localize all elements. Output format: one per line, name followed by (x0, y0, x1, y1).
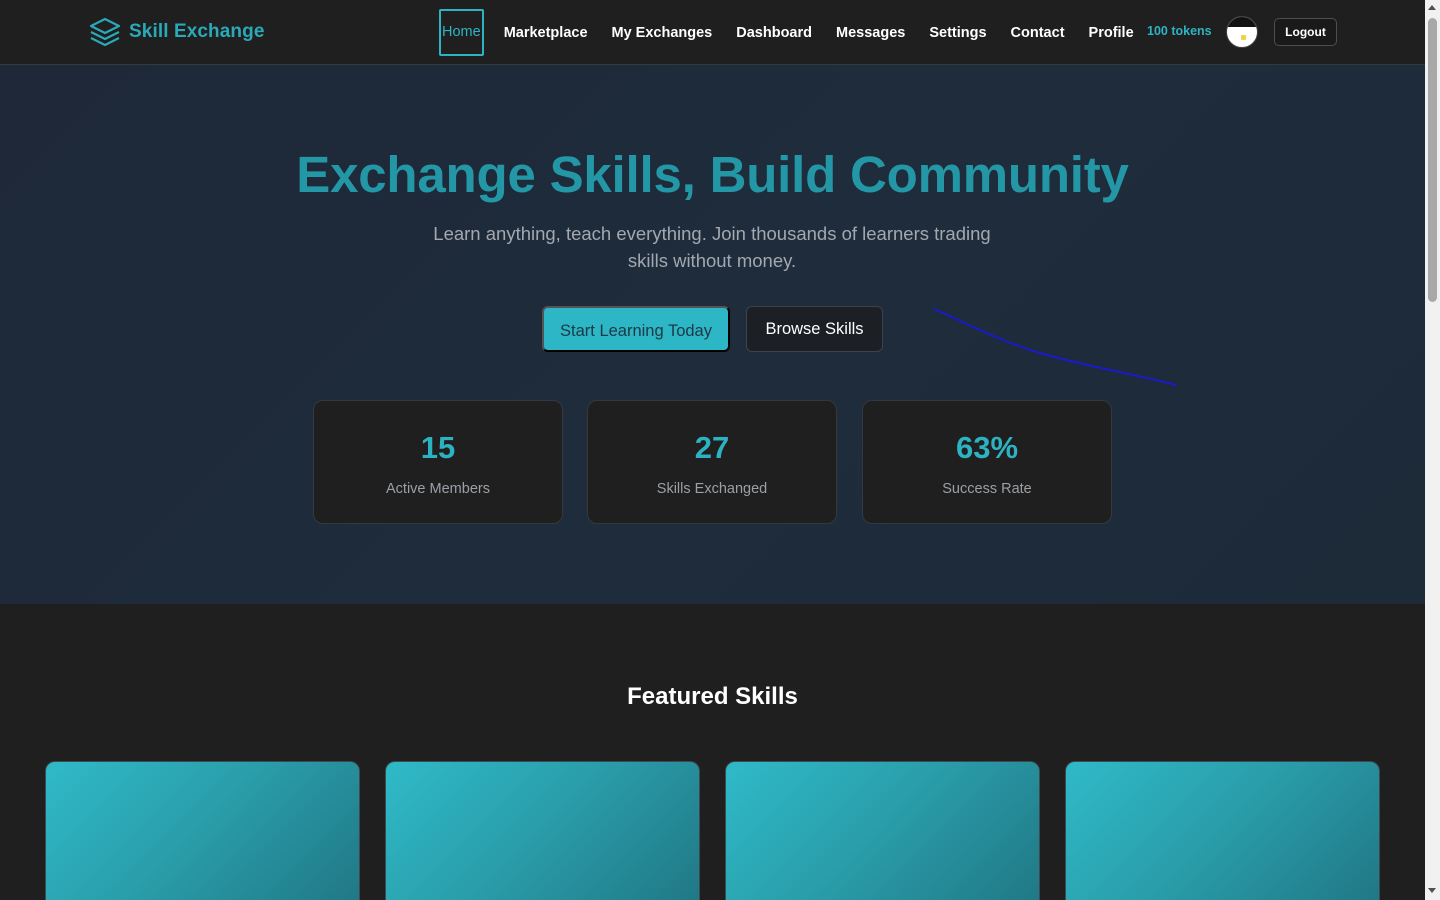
nav-my-exchanges[interactable]: My Exchanges (612, 25, 713, 41)
token-balance: 100 tokens (1147, 24, 1212, 38)
skill-card[interactable] (45, 761, 360, 900)
stat-card-success-rate: 63% Success Rate (862, 400, 1112, 524)
user-avatar[interactable] (1226, 16, 1258, 48)
nav-messages[interactable]: Messages (836, 25, 905, 41)
brand-name: Skill Exchange (129, 21, 265, 42)
hero-section: Exchange Skills, Build Community Learn a… (0, 65, 1425, 604)
stat-value: 15 (420, 430, 456, 465)
stat-label: Skills Exchanged (656, 481, 768, 497)
avatar-hair (1227, 17, 1257, 27)
logout-button[interactable]: Logout (1274, 18, 1337, 46)
brand[interactable]: Skill Exchange (89, 16, 265, 48)
stat-label: Active Members (386, 481, 490, 497)
main-nav: Home Marketplace My Exchanges Dashboard … (439, 9, 1158, 56)
stat-value: 27 (694, 430, 730, 465)
skill-card[interactable] (1065, 761, 1380, 900)
scroll-down-arrow-icon[interactable] (1428, 888, 1436, 893)
nav-marketplace[interactable]: Marketplace (504, 25, 588, 41)
stat-label: Success Rate (942, 481, 1032, 497)
browse-skills-button[interactable]: Browse Skills (746, 306, 883, 352)
avatar-detail (1241, 35, 1246, 40)
nav-profile[interactable]: Profile (1089, 25, 1134, 41)
featured-skills-title: Featured Skills (627, 683, 798, 710)
annotation-stroke (933, 308, 1177, 386)
layers-icon (89, 16, 121, 48)
skill-card[interactable] (385, 761, 700, 900)
hero-subtitle: Learn anything, teach everything. Join t… (433, 223, 991, 271)
skill-card[interactable] (725, 761, 1040, 900)
hero-title: Exchange Skills, Build Community (296, 146, 1129, 203)
nav-home[interactable]: Home (439, 9, 484, 56)
nav-dashboard[interactable]: Dashboard (736, 25, 812, 41)
scroll-up-arrow-icon[interactable] (1428, 5, 1436, 10)
vertical-scrollbar[interactable] (1425, 0, 1440, 900)
page: Skill Exchange Home Marketplace My Excha… (0, 0, 1425, 900)
stat-value: 63% (955, 430, 1019, 465)
nav-settings[interactable]: Settings (929, 25, 986, 41)
stat-card-members: 15 Active Members (313, 400, 563, 524)
start-learning-button[interactable]: Start Learning Today (542, 306, 730, 352)
top-navbar: Skill Exchange Home Marketplace My Excha… (0, 0, 1425, 65)
stat-card-exchanged: 27 Skills Exchanged (587, 400, 837, 524)
scroll-thumb[interactable] (1428, 18, 1437, 302)
nav-contact[interactable]: Contact (1011, 25, 1065, 41)
